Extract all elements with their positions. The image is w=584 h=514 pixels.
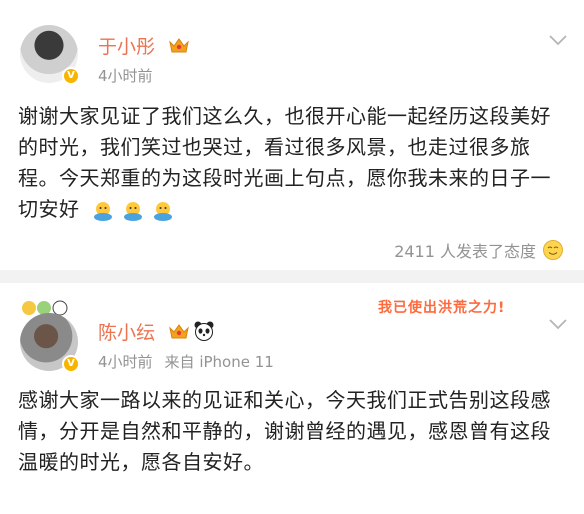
panda-icon xyxy=(194,321,214,341)
post-source: 来自 iPhone 11 xyxy=(164,353,274,371)
weibo-post-2: V 陈小纭 我已使出洪荒之力! 4小时前 来自 iPhone 11 感谢大家一路以… xyxy=(0,0,584,514)
pendant-sticker-text: 我已使出洪荒之力! xyxy=(378,300,506,316)
chevron-down-icon[interactable] xyxy=(548,318,568,330)
author-name[interactable]: 陈小纭 xyxy=(98,318,155,345)
verified-badge-icon: V xyxy=(62,355,80,373)
post-body-text: 感谢大家一路以来的见证和关心，今天我们正式告别这段感情，分开是自然和平静的，谢谢… xyxy=(18,388,551,474)
post-meta: 4小时前 来自 iPhone 11 xyxy=(98,351,274,372)
post-body: 感谢大家一路以来的见证和关心，今天我们正式告别这段感情，分开是自然和平静的，谢谢… xyxy=(18,385,568,478)
post-time: 4小时前 xyxy=(98,353,153,371)
crown-icon xyxy=(169,324,189,339)
